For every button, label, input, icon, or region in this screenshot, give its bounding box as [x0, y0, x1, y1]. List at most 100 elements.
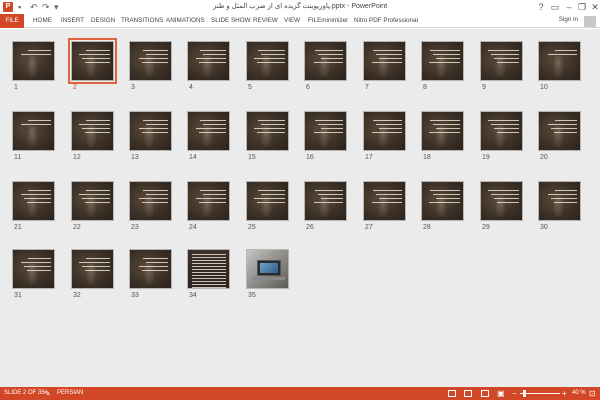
slide-thumbnail[interactable]: 12: [71, 111, 114, 161]
slide-preview[interactable]: [187, 249, 230, 289]
slide-preview[interactable]: [129, 181, 172, 221]
slide-thumbnail[interactable]: 3: [129, 41, 172, 91]
sign-in-link[interactable]: Sign in: [559, 16, 578, 23]
slide-thumbnail[interactable]: 22: [71, 181, 114, 231]
slide-preview[interactable]: [12, 181, 55, 221]
zoom-slider-thumb[interactable]: [523, 390, 526, 397]
slide-sorter-view-icon[interactable]: [464, 390, 472, 397]
slide-thumbnail[interactable]: 21: [12, 181, 55, 231]
slide-preview[interactable]: [68, 38, 117, 84]
slide-thumbnail[interactable]: 25: [246, 181, 289, 231]
fit-to-window-icon[interactable]: ⊡: [589, 388, 596, 399]
slide-thumbnail[interactable]: 13: [129, 111, 172, 161]
tab-file[interactable]: FILE: [0, 14, 24, 28]
slide-preview[interactable]: [246, 111, 289, 151]
slide-thumbnail[interactable]: 34: [187, 249, 230, 299]
slide-preview[interactable]: [421, 41, 464, 81]
slide-preview[interactable]: [187, 111, 230, 151]
slide-thumbnail[interactable]: 31: [12, 249, 55, 299]
slide-thumbnail[interactable]: 7: [363, 41, 406, 91]
slide-preview[interactable]: [246, 181, 289, 221]
slide-preview[interactable]: [12, 111, 55, 151]
slide-thumbnail[interactable]: 27: [363, 181, 406, 231]
tab-review[interactable]: REVIEW: [253, 14, 278, 28]
tab-home[interactable]: HOME: [33, 14, 52, 28]
slide-preview[interactable]: [129, 249, 172, 289]
ribbon-display-options-icon[interactable]: ▭: [548, 1, 562, 13]
slide-preview[interactable]: [304, 181, 347, 221]
slide-preview[interactable]: [71, 181, 114, 221]
slide-thumbnail[interactable]: 32: [71, 249, 114, 299]
slide-preview[interactable]: [246, 41, 289, 81]
minimize-button[interactable]: –: [562, 1, 576, 13]
slide-preview[interactable]: [129, 41, 172, 81]
slide-thumbnail[interactable]: 4: [187, 41, 230, 91]
slide-thumbnail[interactable]: 18: [421, 111, 464, 161]
slide-preview[interactable]: [363, 111, 406, 151]
tab-fileminimizer[interactable]: FILEminimizer: [308, 14, 348, 28]
slide-preview[interactable]: [538, 111, 581, 151]
slide-preview[interactable]: [363, 181, 406, 221]
slide-thumbnail[interactable]: 29: [480, 181, 523, 231]
reading-view-icon[interactable]: [481, 390, 489, 397]
slide-preview[interactable]: [480, 41, 523, 81]
help-button[interactable]: ?: [534, 1, 548, 13]
slide-preview[interactable]: [187, 181, 230, 221]
slide-thumbnail[interactable]: 17: [363, 111, 406, 161]
slide-thumbnail[interactable]: 20: [538, 111, 581, 161]
slide-thumbnail[interactable]: 26: [304, 181, 347, 231]
zoom-in-button[interactable]: +: [562, 388, 567, 399]
zoom-out-button[interactable]: −: [512, 388, 517, 399]
slide-preview[interactable]: [480, 111, 523, 151]
slide-preview[interactable]: [421, 111, 464, 151]
slide-thumbnail[interactable]: 33: [129, 249, 172, 299]
slide-thumbnail[interactable]: 1: [12, 41, 55, 91]
slide-show-icon[interactable]: ▣: [497, 388, 505, 399]
slide-thumbnail[interactable]: 6: [304, 41, 347, 91]
slide-preview[interactable]: [538, 181, 581, 221]
avatar[interactable]: [584, 16, 596, 27]
tab-slide-show[interactable]: SLIDE SHOW: [211, 14, 251, 28]
slide-preview[interactable]: [71, 249, 114, 289]
zoom-level[interactable]: 40 %: [572, 389, 586, 398]
tab-animations[interactable]: ANIMATIONS: [166, 14, 205, 28]
slide-thumbnail[interactable]: 23: [129, 181, 172, 231]
tab-transitions[interactable]: TRANSITIONS: [121, 14, 163, 28]
slide-preview[interactable]: [12, 249, 55, 289]
slide-thumbnail[interactable]: 10: [538, 41, 581, 91]
tab-design[interactable]: DESIGN: [91, 14, 115, 28]
slide-thumbnail[interactable]: 15: [246, 111, 289, 161]
slide-thumbnail[interactable]: 9: [480, 41, 523, 91]
spelling-check-icon[interactable]: ✎: [44, 388, 51, 399]
slide-thumbnail[interactable]: 16: [304, 111, 347, 161]
slide-preview[interactable]: [246, 249, 289, 289]
language-status[interactable]: PERSIAN: [57, 389, 83, 398]
slide-preview[interactable]: [363, 41, 406, 81]
close-button[interactable]: ✕: [588, 1, 600, 13]
slide-thumbnail[interactable]: 8: [421, 41, 464, 91]
slide-thumbnail[interactable]: 35: [246, 249, 289, 299]
slide-preview[interactable]: [480, 181, 523, 221]
slide-preview[interactable]: [304, 41, 347, 81]
slide-thumbnail[interactable]: 28: [421, 181, 464, 231]
slide-preview[interactable]: [187, 41, 230, 81]
tab-nitro-pdf[interactable]: Nitro PDF Professional: [354, 14, 418, 28]
slide-thumbnail[interactable]: 30: [538, 181, 581, 231]
restore-button[interactable]: ❐: [575, 1, 589, 13]
tab-insert[interactable]: INSERT: [61, 14, 84, 28]
slide-preview[interactable]: [12, 41, 55, 81]
slide-thumbnail[interactable]: 24: [187, 181, 230, 231]
slide-thumbnail[interactable]: 19: [480, 111, 523, 161]
slide-thumbnail[interactable]: 14: [187, 111, 230, 161]
zoom-slider[interactable]: [520, 393, 560, 394]
slide-preview[interactable]: [538, 41, 581, 81]
slide-thumbnail[interactable]: 5: [246, 41, 289, 91]
slide-preview[interactable]: [71, 111, 114, 151]
slide-preview[interactable]: [304, 111, 347, 151]
slide-preview[interactable]: [421, 181, 464, 221]
tab-view[interactable]: VIEW: [284, 14, 300, 28]
normal-view-icon[interactable]: [448, 390, 456, 397]
slide-preview[interactable]: [129, 111, 172, 151]
slide-thumbnail[interactable]: 2: [68, 38, 117, 91]
slide-thumbnail[interactable]: 11: [12, 111, 55, 161]
